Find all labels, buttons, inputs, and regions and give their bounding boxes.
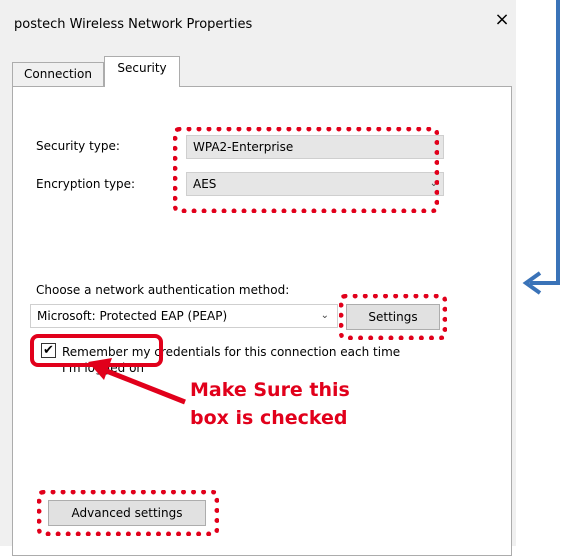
annotation-arrows <box>88 0 560 405</box>
red-arrow-head <box>88 358 112 380</box>
red-arrow-shaft <box>103 367 186 405</box>
tab-security[interactable]: Security <box>104 56 180 87</box>
blue-arrow-shaft <box>530 0 560 285</box>
